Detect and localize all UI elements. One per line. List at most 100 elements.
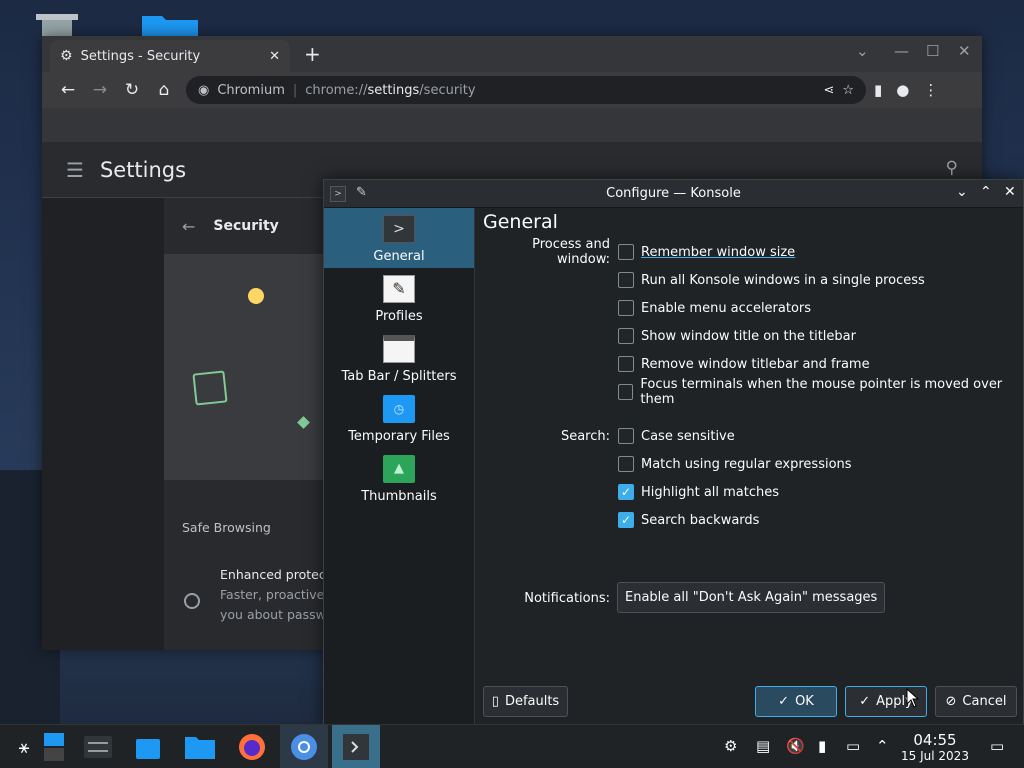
checkbox[interactable]: [618, 456, 634, 472]
tab-close-icon[interactable]: ✕: [269, 49, 280, 64]
option-single-process[interactable]: Run all Konsole windows in a single proc…: [618, 269, 925, 291]
process-label: Process and window:: [532, 237, 610, 267]
close-icon[interactable]: ✕: [1004, 184, 1016, 200]
chevron-down-icon[interactable]: ⌄: [956, 184, 968, 200]
back-arrow-icon[interactable]: ←: [182, 217, 195, 236]
button-label: OK: [795, 694, 814, 709]
hamburger-icon[interactable]: ☰: [66, 158, 84, 182]
file-manager-icon[interactable]: [176, 725, 224, 768]
site-name: Chromium: [217, 82, 285, 98]
konsole-taskbar-icon[interactable]: [332, 725, 380, 768]
bookmark-star-icon[interactable]: ☆: [842, 83, 854, 98]
checkbox-checked[interactable]: ✓: [618, 512, 634, 528]
clock-time: 04:55: [913, 731, 957, 749]
checkbox[interactable]: [618, 300, 634, 316]
option-label: Highlight all matches: [641, 484, 780, 500]
profile-icon[interactable]: ●: [896, 81, 909, 99]
option-search-backwards[interactable]: ✓ Search backwards: [618, 509, 759, 531]
url-scheme: chrome://: [305, 82, 368, 98]
search-label: Search:: [560, 428, 610, 444]
security-panel: ← Security Safe Browsing Enhanced protec…: [164, 198, 334, 650]
enhanced-title: Enhanced protect: [220, 567, 331, 582]
expand-tray-icon[interactable]: ⌃: [876, 737, 889, 755]
document-icon: ▯: [491, 694, 499, 709]
sidebar-item-profiles[interactable]: ✎ Profiles: [324, 268, 474, 328]
maximize-icon[interactable]: ☐: [926, 42, 939, 60]
usb-device-icon[interactable]: ▮: [818, 737, 826, 755]
option-regular-expressions[interactable]: Match using regular expressions: [618, 453, 852, 475]
option-highlight-all[interactable]: ✓ Highlight all matches: [618, 481, 779, 503]
forward-icon[interactable]: →: [84, 80, 116, 100]
enhanced-desc-1: Faster, proactive p: [220, 587, 334, 602]
checkbox[interactable]: [618, 328, 634, 344]
home-icon[interactable]: ⌂: [148, 80, 180, 100]
back-icon[interactable]: ←: [52, 80, 84, 100]
sidebar-item-label: Profiles: [375, 309, 423, 324]
terminal-icon: >: [383, 215, 415, 243]
checkbox[interactable]: [618, 428, 634, 444]
enable-messages-button[interactable]: Enable all "Don't Ask Again" messages: [617, 582, 886, 613]
sidebar-item-thumbnails[interactable]: ▲ Thumbnails: [324, 448, 474, 508]
check-icon: ✓: [778, 694, 790, 709]
volume-muted-icon[interactable]: 🔇: [786, 737, 805, 755]
taskbar: ⚹ ⚙ ▤ 🔇 ▮ ▭ ⌃ 04:55 15 Jul 2023 ▭: [0, 724, 1024, 768]
option-label: Match using regular expressions: [641, 456, 852, 472]
defaults-button[interactable]: ▯ Defaults: [483, 686, 568, 717]
firefox-icon[interactable]: [228, 725, 276, 768]
sidebar-item-label: Thumbnails: [361, 489, 437, 504]
show-desktop-icon[interactable]: ▭: [990, 737, 1004, 755]
mouse-cursor-icon: [906, 688, 920, 708]
sidebar-item-temporary-files[interactable]: ◷ Temporary Files: [324, 388, 474, 448]
option-focus-terminals[interactable]: Focus terminals when the mouse pointer i…: [618, 377, 1023, 407]
page-heading: General: [483, 211, 558, 233]
option-menu-accelerators[interactable]: Enable menu accelerators: [618, 297, 811, 319]
option-window-title[interactable]: Show window title on the titlebar: [618, 325, 856, 347]
thumbnails-icon: ▲: [383, 455, 415, 483]
discover-store-icon[interactable]: [124, 725, 172, 768]
side-panel-icon[interactable]: ▮: [874, 81, 882, 99]
chevron-down-icon[interactable]: ⌄: [856, 42, 869, 60]
clock[interactable]: 04:55 15 Jul 2023: [896, 732, 974, 764]
address-bar[interactable]: ◉ Chromium | chrome://settings/security …: [186, 76, 866, 104]
option-label: Remove window titlebar and frame: [641, 356, 870, 372]
search-icon[interactable]: ⚲: [946, 158, 958, 178]
new-tab-button[interactable]: +: [304, 42, 321, 66]
security-title: Security: [213, 218, 279, 234]
enhanced-radio[interactable]: [184, 593, 200, 609]
chromium-taskbar-icon[interactable]: [280, 725, 328, 768]
ok-button[interactable]: ✓ OK: [755, 686, 837, 717]
checkbox[interactable]: [618, 244, 634, 260]
minimize-icon[interactable]: —: [894, 42, 909, 60]
close-icon[interactable]: ✕: [958, 42, 971, 60]
network-tray-icon[interactable]: ⚙: [724, 737, 737, 755]
url-text: chrome://settings/security: [305, 83, 475, 98]
checkbox[interactable]: [618, 356, 634, 372]
share-icon[interactable]: ⋖: [823, 83, 834, 98]
menu-dots-icon[interactable]: ⋮: [923, 81, 938, 99]
option-label: Focus terminals when the mouse pointer i…: [640, 377, 1003, 407]
tab-settings-security[interactable]: ⚙ Settings - Security ✕: [50, 40, 290, 72]
reload-icon[interactable]: ↻: [116, 80, 148, 100]
enhanced-protection-option[interactable]: Enhanced protect Faster, proactive p you…: [164, 535, 334, 625]
option-remove-titlebar[interactable]: Remove window titlebar and frame: [618, 353, 870, 375]
sidebar-item-tab-bar[interactable]: Tab Bar / Splitters: [324, 328, 474, 388]
illustration-diamond: [297, 416, 310, 429]
checkbox[interactable]: [618, 272, 634, 288]
sidebar-item-label: General: [373, 249, 425, 264]
display-icon[interactable]: ▭: [846, 737, 860, 755]
pin-icon[interactable]: ✎: [356, 185, 367, 200]
cancel-button[interactable]: ⊘ Cancel: [935, 686, 1017, 717]
option-remember-window-size[interactable]: Remember window size: [618, 241, 795, 263]
button-label: Defaults: [504, 694, 560, 709]
checkbox[interactable]: [618, 384, 634, 400]
clipboard-icon[interactable]: ▤: [756, 737, 770, 755]
sidebar-item-label: Tab Bar / Splitters: [341, 369, 457, 384]
url-host: settings: [367, 82, 420, 98]
system-settings-icon[interactable]: [74, 725, 122, 768]
option-case-sensitive[interactable]: Case sensitive: [618, 425, 735, 447]
pager-icon[interactable]: [34, 725, 74, 768]
checkbox-checked[interactable]: ✓: [618, 484, 634, 500]
tab-title: Settings - Security: [80, 48, 201, 64]
sidebar-item-general[interactable]: > General: [324, 208, 474, 268]
chevron-up-icon[interactable]: ⌃: [980, 184, 992, 200]
